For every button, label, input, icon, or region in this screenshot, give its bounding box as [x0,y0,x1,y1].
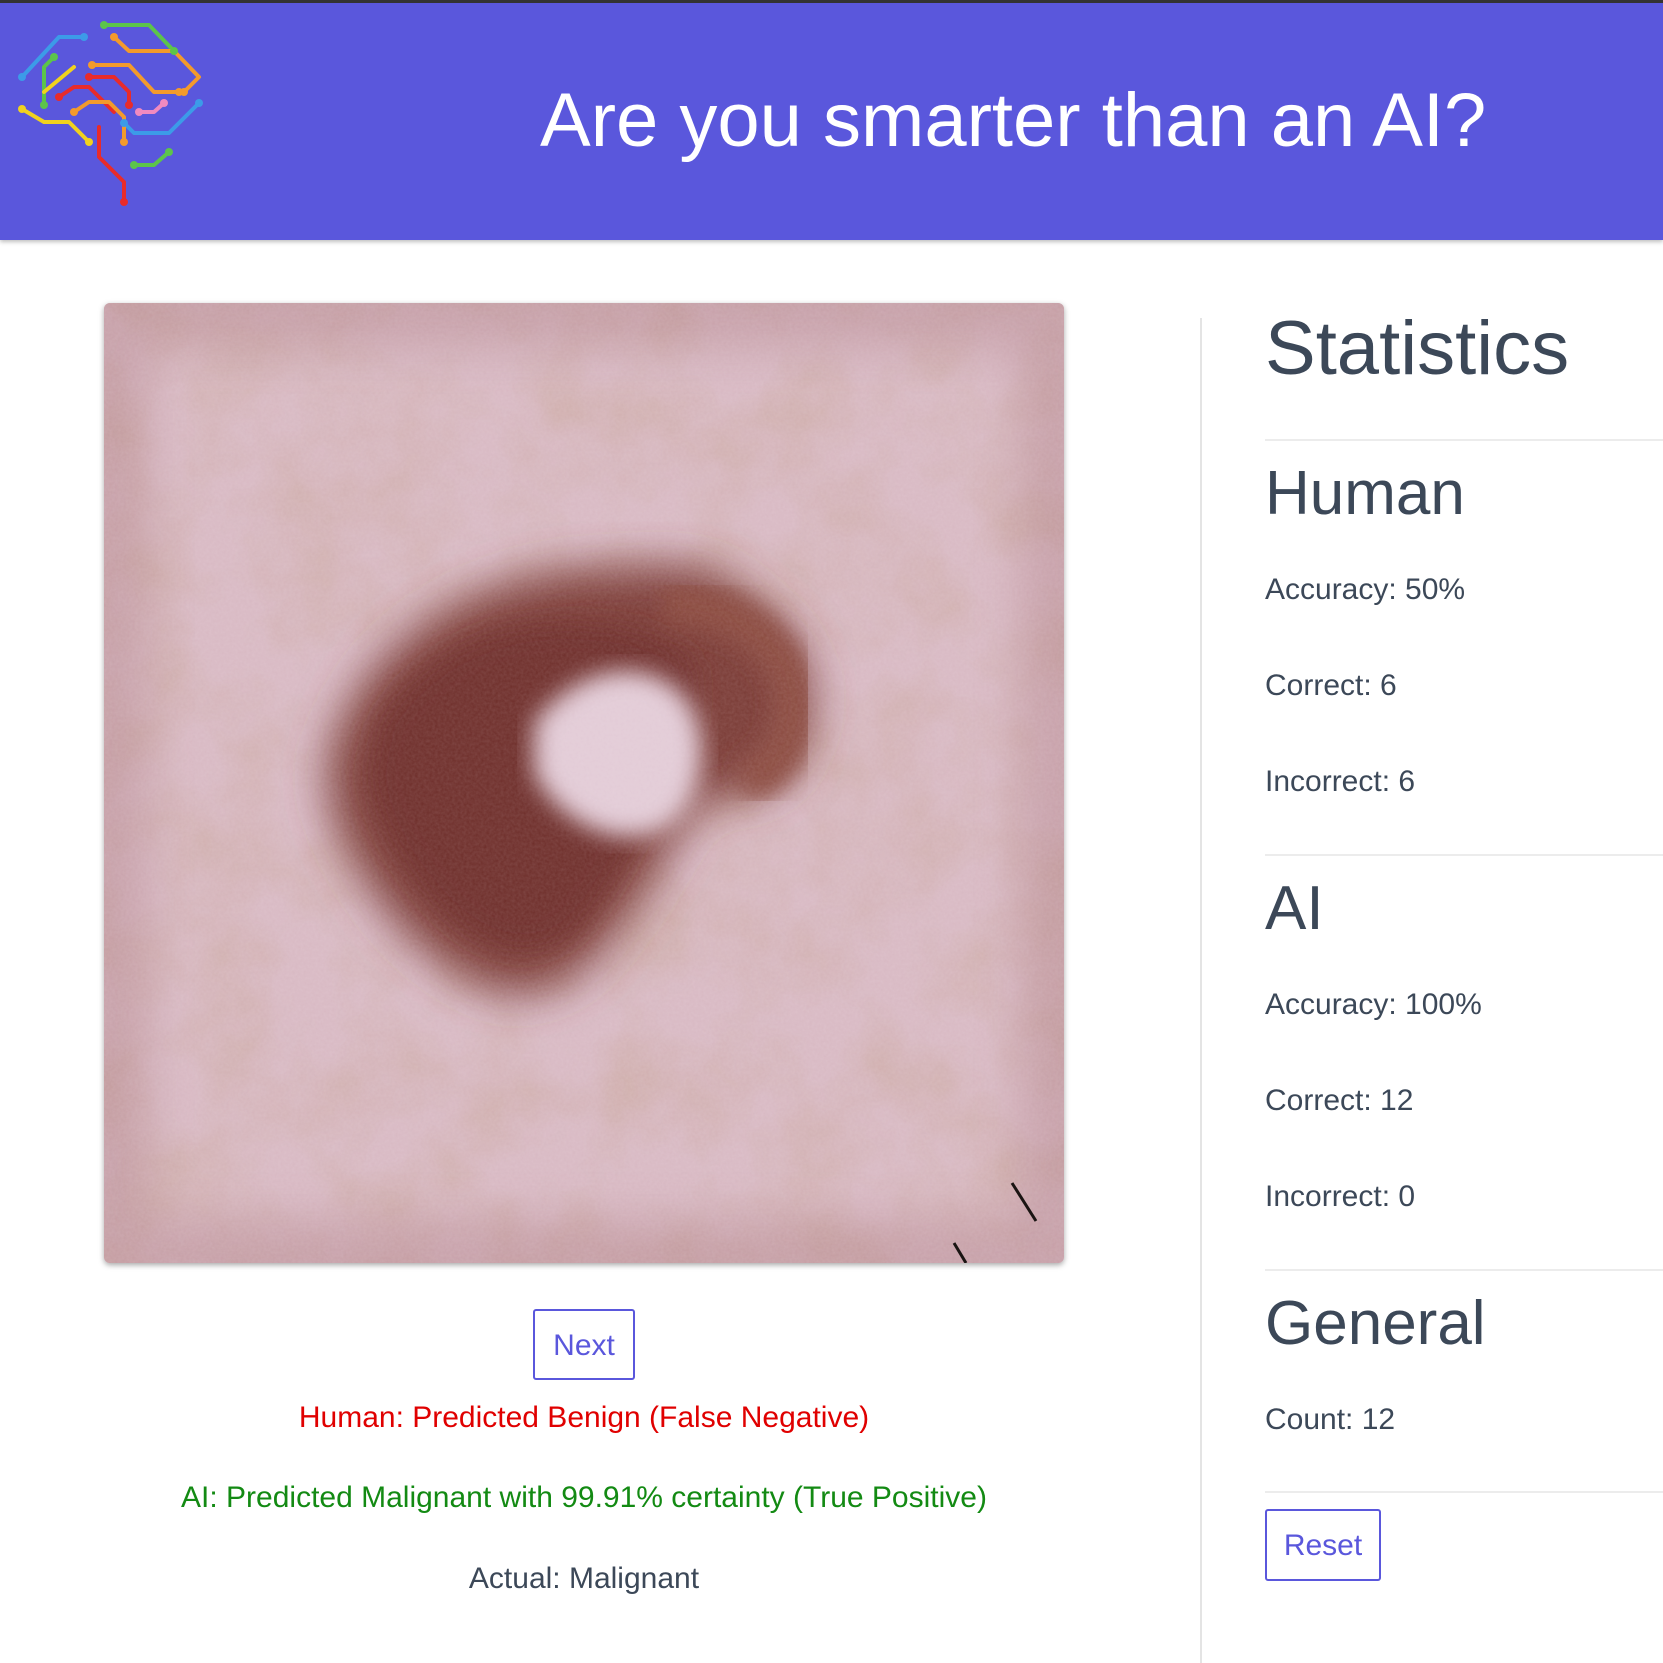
next-button[interactable]: Next [533,1309,635,1380]
human-incorrect: Incorrect: 6 [1265,765,1416,798]
app-header: Are you smarter than an AI? [0,0,1663,240]
ai-accuracy: Accuracy: 100% [1265,988,1482,1021]
human-heading: Human [1265,459,1465,528]
circuit-brain-icon [14,17,214,217]
page-title: Are you smarter than an AI? [540,78,1487,163]
reset-button[interactable]: Reset [1265,1509,1381,1581]
divider [1265,1269,1663,1271]
general-count: Count: 12 [1265,1403,1396,1436]
divider [1265,439,1663,441]
human-prediction-text: Human: Predicted Benign (False Negative) [298,1401,870,1434]
ai-incorrect: Incorrect: 0 [1265,1180,1416,1213]
ai-heading: AI [1265,874,1324,943]
human-accuracy: Accuracy: 50% [1265,573,1466,606]
divider [1265,854,1663,856]
divider [1265,1491,1663,1493]
human-correct: Correct: 6 [1265,669,1397,702]
column-divider [1200,318,1202,1663]
statistics-title: Statistics [1265,306,1570,391]
page: Are you smarter than an AI? Next Human: … [0,0,1663,1663]
skin-lesion-image [104,303,1064,1263]
actual-label-text: Actual: Malignant [468,1562,700,1595]
ai-correct: Correct: 12 [1265,1084,1414,1117]
general-heading: General [1265,1289,1486,1358]
ai-prediction-text: AI: Predicted Malignant with 99.91% cert… [181,1481,987,1514]
